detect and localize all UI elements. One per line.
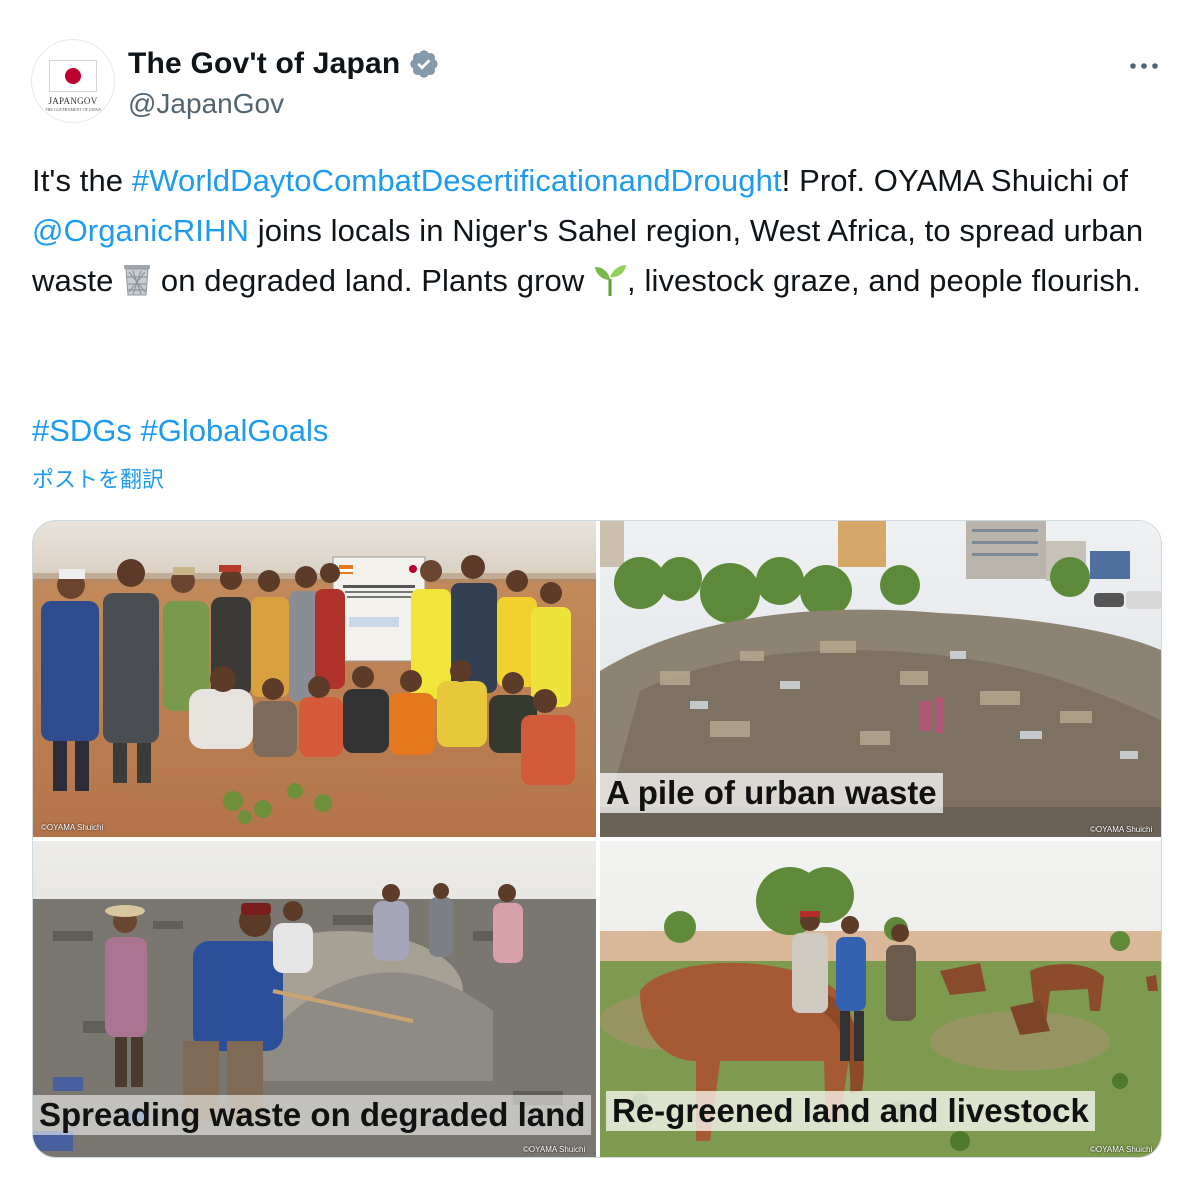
image-caption: Spreading waste on degraded land xyxy=(33,1095,592,1135)
tweet-text-segment: , livestock graze, and people flourish. xyxy=(627,263,1142,298)
image-credit: ©OYAMA Shuichi xyxy=(41,823,104,832)
hashtag-link[interactable]: #GlobalGoals xyxy=(141,413,329,448)
avatar[interactable]: JAPANGOV THE GOVERNMENT OF JAPAN xyxy=(32,40,114,122)
seedling-icon xyxy=(595,265,627,296)
hashtag-link[interactable]: #SDGs xyxy=(32,413,132,448)
translate-post-link[interactable]: ポストを翻訳 xyxy=(32,462,164,494)
author-name-row: The Gov't of Japan xyxy=(128,44,440,84)
tweet-text-segment: It's the xyxy=(32,163,132,198)
tweet-text-segment: on degraded land. Plants grow xyxy=(152,263,594,298)
media-grid: ©OYAMA Shuichi A pile of urban waste ©OY… xyxy=(32,520,1162,1158)
media-image-group-photo[interactable]: ©OYAMA Shuichi xyxy=(33,521,596,837)
avatar-logo-text: JAPANGOV xyxy=(48,96,98,106)
group-photo-image xyxy=(33,521,596,837)
tweet-text-segment: ! Prof. OYAMA Shuichi of xyxy=(781,163,1129,198)
image-caption: Re-greened land and livestock xyxy=(606,1091,1095,1131)
post-card: JAPANGOV THE GOVERNMENT OF JAPAN The Gov… xyxy=(0,0,1194,1198)
tweet-text: It's the #WorldDaytoCombatDesertificatio… xyxy=(32,156,1162,306)
author-display-name[interactable]: The Gov't of Japan xyxy=(128,47,400,81)
image-caption: A pile of urban waste xyxy=(600,773,943,813)
verified-badge-icon[interactable] xyxy=(408,48,440,80)
wastebasket-icon xyxy=(124,265,151,296)
author-handle[interactable]: @JapanGov xyxy=(128,88,284,120)
japan-flag-icon xyxy=(49,60,97,92)
mention-link[interactable]: @OrganicRIHN xyxy=(32,213,249,248)
image-credit: ©OYAMA Shuichi xyxy=(523,1145,586,1154)
media-image-spreading-waste[interactable]: Spreading waste on degraded land ©OYAMA … xyxy=(33,841,596,1157)
image-credit: ©OYAMA Shuichi xyxy=(1090,825,1153,834)
media-image-regreened-land[interactable]: Re-greened land and livestock ©OYAMA Shu… xyxy=(600,841,1161,1157)
avatar-sub-text: THE GOVERNMENT OF JAPAN xyxy=(45,107,101,112)
hashtag-row: #SDGs #GlobalGoals xyxy=(32,406,328,456)
hashtag-link[interactable]: #WorldDaytoCombatDesertificationandDroug… xyxy=(132,163,782,198)
image-credit: ©OYAMA Shuichi xyxy=(1090,1145,1153,1154)
media-image-urban-waste[interactable]: A pile of urban waste ©OYAMA Shuichi xyxy=(600,521,1161,837)
more-dots-icon xyxy=(1130,63,1158,69)
more-options-button[interactable] xyxy=(1122,50,1166,82)
